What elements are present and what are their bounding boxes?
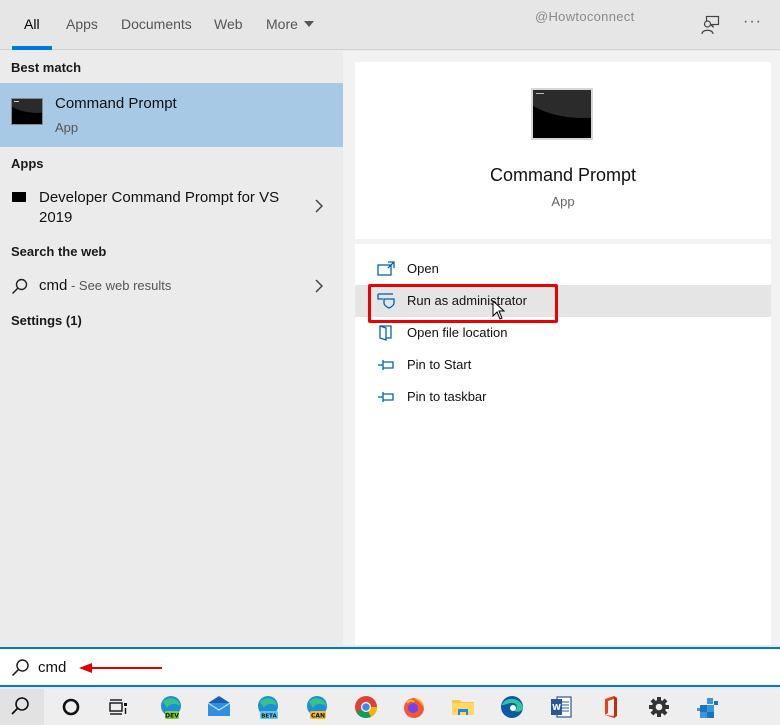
best-match-heading: Best match [11,60,82,75]
taskbar-cortana-button[interactable] [47,689,95,725]
web-result-text: cmd - See web results [39,277,171,294]
taskbar-search-button[interactable] [0,689,44,725]
app-result-title: Developer Command Prompt for VS 2019 [39,189,280,226]
action-pin-to-taskbar[interactable]: Pin to taskbar [355,381,771,413]
command-prompt-icon [531,88,593,140]
search-box[interactable] [0,647,780,687]
action-run-as-administrator[interactable]: Run as administrator [355,285,771,317]
search-icon [11,697,29,715]
edge-icon [501,696,523,718]
task-view-icon [109,699,127,715]
taskbar-mail-button[interactable] [195,689,243,725]
best-match-title: Command Prompt [55,95,177,112]
taskbar-word-button[interactable]: W [537,689,585,725]
action-open-file-location[interactable]: Open file location [355,317,771,349]
taskbar-azure-storage-explorer-button[interactable] [684,689,732,725]
detail-title: Command Prompt [489,165,637,185]
feedback-person-icon[interactable] [700,15,720,35]
firefox-icon [404,698,425,718]
tab-documents[interactable]: Documents [121,16,192,50]
console-icon [12,192,26,202]
web-query: cmd [39,277,68,294]
search-icon [11,278,28,295]
gear-icon [649,697,669,717]
scroll-gutter [343,51,355,645]
svg-text:DEV: DEV [165,713,179,720]
tab-apps[interactable]: Apps [66,16,98,50]
detail-subtitle: App [551,194,575,209]
open-icon [377,261,395,276]
best-match-item[interactable]: Command Prompt App [0,83,343,147]
edge-canary-icon: CAN [307,696,327,720]
pin-icon [378,360,394,370]
svg-text:BETA: BETA [261,714,277,720]
search-icon [11,659,29,677]
chrome-icon [355,696,378,718]
apps-heading: Apps [11,156,44,171]
word-icon: W [551,696,572,718]
caret-down-icon [303,21,314,27]
results-panel: Best match Command Prompt App Apps Devel… [0,51,343,645]
search-web-heading: Search the web [11,244,107,259]
detail-gutter [771,51,780,645]
folder-icon [452,700,474,715]
watermark: @Howtoconnect [535,9,635,24]
tab-apps-label: Apps [66,16,98,32]
taskbar-office-button[interactable] [586,689,634,725]
action-pin-to-start[interactable]: Pin to Start [355,349,771,381]
taskbar-firefox-button[interactable] [390,689,438,725]
detail-top-strip [355,51,771,62]
tab-more-dropdown[interactable]: More [266,16,314,50]
divider [355,239,771,244]
tab-documents-label: Documents [121,16,192,32]
search-header: All Apps Documents Web More @Howtoconnec… [0,0,780,50]
action-label: Pin to taskbar [407,389,487,404]
action-label: Open [407,261,439,276]
taskbar: DEV BETA CAN W [0,689,780,725]
mail-icon [207,696,231,716]
taskbar-edge-beta-button[interactable]: BETA [244,689,292,725]
taskbar-settings-button[interactable] [635,689,683,725]
web-result-item[interactable]: cmd - See web results [0,277,343,299]
taskbar-task-view-button[interactable] [94,689,142,725]
edge-dev-icon: DEV [161,696,181,720]
taskbar-edge-button[interactable] [488,689,536,725]
action-label: Open file location [407,325,508,340]
web-hint: - See web results [67,278,172,293]
command-prompt-icon [11,98,43,125]
cubes-icon [697,698,718,718]
tab-all-label: All [24,16,40,32]
pin-icon [378,392,394,402]
action-label: Run as administrator [407,293,527,308]
edge-beta-icon: BETA [258,696,278,720]
settings-heading[interactable]: Settings (1) [11,313,82,328]
chevron-right-icon[interactable] [315,279,323,293]
active-tab-indicator [12,46,52,50]
svg-text:W: W [552,703,561,712]
office-icon [605,696,617,718]
action-open[interactable]: Open [355,253,771,285]
svg-text:CAN: CAN [311,713,325,720]
chevron-right-icon[interactable] [315,199,323,213]
taskbar-edge-canary-button[interactable]: CAN [293,689,341,725]
taskbar-file-explorer-button[interactable] [439,689,487,725]
folder-icon [379,325,392,341]
taskbar-edge-dev-button[interactable]: DEV [147,689,195,725]
app-result-item[interactable]: Developer Command Prompt for VS 2019 [0,188,343,228]
ellipsis-icon[interactable]: ··· [743,13,762,31]
tab-all[interactable]: All [12,16,52,50]
action-label: Pin to Start [407,357,472,372]
taskbar-chrome-button[interactable] [342,689,390,725]
detail-panel: Command Prompt App Open Run as administr… [355,62,771,645]
tab-web-label: Web [214,16,243,32]
tab-web[interactable]: Web [214,16,243,50]
best-match-subtitle: App [55,120,79,135]
cortana-icon [62,698,80,716]
search-input[interactable] [38,656,738,678]
shield-icon [377,293,395,309]
tab-more-label: More [266,16,298,32]
